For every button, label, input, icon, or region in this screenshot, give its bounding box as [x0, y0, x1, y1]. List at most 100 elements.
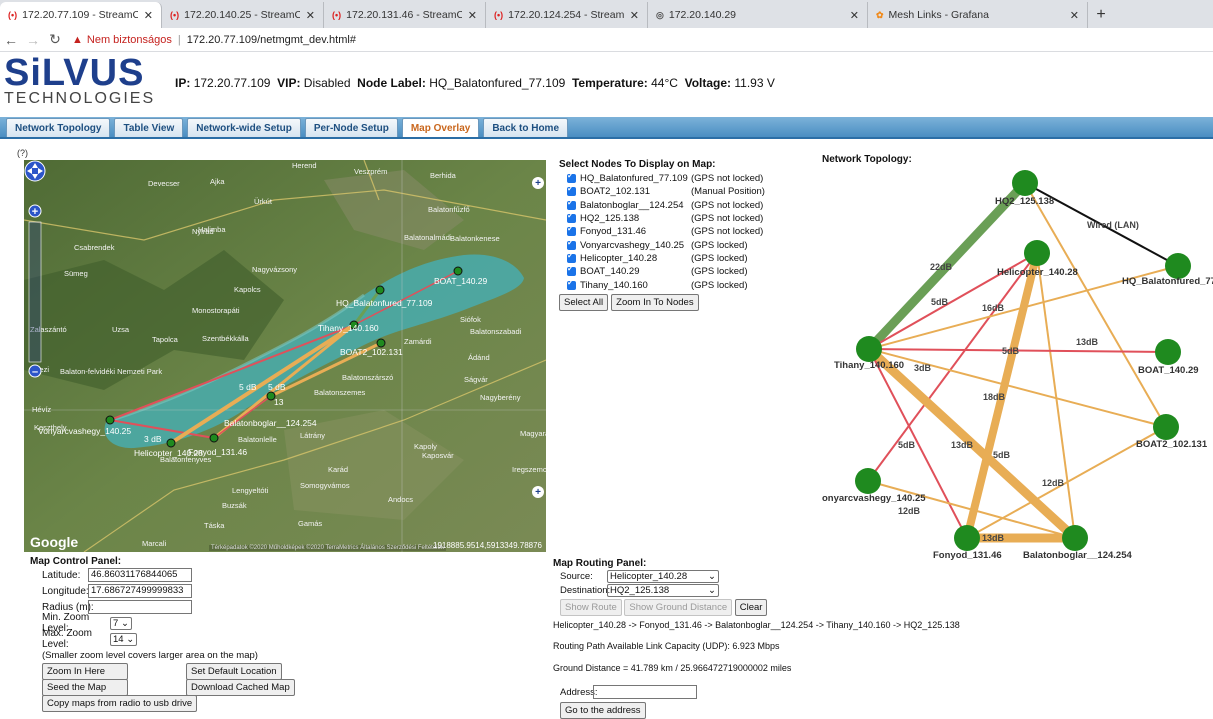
node-checkbox-row[interactable]: HQ2_125.138 (GPS not locked)	[559, 211, 769, 225]
browser-tab[interactable]: (•)172.20.124.254 - StreamCaster M✕	[486, 2, 648, 28]
address-field[interactable]	[593, 685, 697, 699]
go-to-address-button[interactable]: Go to the address	[560, 702, 646, 719]
map-node[interactable]	[105, 415, 115, 425]
node-checkbox[interactable]	[567, 238, 576, 250]
close-tab-icon[interactable]: ✕	[468, 9, 477, 22]
close-tab-icon[interactable]: ✕	[306, 9, 315, 22]
topology-node-label: Balatonboglar__124.254	[1023, 550, 1132, 560]
node-checkbox[interactable]	[567, 171, 576, 184]
url-text[interactable]: 172.20.77.109/netmgmt_dev.html#	[187, 34, 356, 46]
node-checkbox-row[interactable]: Fonyod_131.46 (GPS not locked)	[559, 224, 769, 238]
tab-per-node-setup[interactable]: Per-Node Setup	[304, 118, 398, 137]
satellite-map[interactable]: BOAT_140.29 HQ_Balatonfured_77.109 Tihan…	[24, 160, 546, 552]
zoom-in-here-button[interactable]: Zoom In Here	[42, 663, 128, 680]
place-label: Tapolca	[152, 335, 179, 344]
select-all-button[interactable]: Select All	[559, 293, 609, 311]
map-node[interactable]	[376, 338, 386, 348]
set-default-location-button[interactable]: Set Default Location	[186, 663, 282, 680]
place-label: Balatonfenyves	[160, 455, 212, 464]
copy-maps-button[interactable]: Copy maps from radio to usb drive	[42, 695, 198, 712]
close-tab-icon[interactable]: ✕	[630, 9, 639, 22]
longitude-field[interactable]: 17.686727499999833	[88, 584, 192, 598]
topology-node[interactable]	[856, 336, 882, 362]
max-zoom-select[interactable]: 14 ⌄	[110, 632, 138, 646]
browser-tab[interactable]: ✿ Mesh Links - Grafana ✕	[868, 2, 1088, 28]
logo-subtitle: TECHNOLOGIES	[4, 90, 156, 107]
tab-network-topology[interactable]: Network Topology	[6, 118, 111, 137]
node-checkbox-row[interactable]: Tihany_140.160 (GPS locked)	[559, 278, 769, 291]
tab-table-view[interactable]: Table View	[114, 118, 184, 137]
warning-icon[interactable]: ▲	[72, 34, 83, 46]
forward-icon[interactable]: →	[22, 32, 44, 48]
source-label: Source:	[560, 570, 593, 582]
max-zoom-value: 14	[113, 633, 124, 645]
map-node[interactable]	[375, 285, 385, 295]
browser-tab[interactable]: (•)172.20.140.25 - StreamCaster MI✕	[162, 2, 324, 28]
map-node[interactable]	[166, 438, 176, 448]
place-label: Keszthely	[34, 423, 67, 432]
topology-node[interactable]	[1153, 414, 1179, 440]
svg-text:+: +	[32, 206, 38, 218]
place-label: Monostorapáti	[192, 306, 240, 315]
browser-tab[interactable]: ◎ 172.20.140.29 ✕	[648, 2, 868, 28]
topology-node[interactable]	[954, 525, 980, 551]
map-node[interactable]	[209, 433, 219, 443]
security-label[interactable]: Nem biztonságos	[87, 34, 172, 46]
tab-back-to-home[interactable]: Back to Home	[483, 118, 569, 137]
node-checkbox-row[interactable]: Balatonboglar__124.254 (GPS not locked)	[559, 198, 769, 212]
close-tab-icon[interactable]: ✕	[144, 9, 153, 22]
download-cached-map-button[interactable]: Download Cached Map	[186, 679, 295, 696]
place-label: Herend	[292, 161, 317, 170]
seed-map-button[interactable]: Seed the Map	[42, 679, 128, 696]
close-tab-icon[interactable]: ✕	[850, 9, 859, 22]
address-label: Address:	[560, 686, 598, 698]
topology-node[interactable]	[1024, 240, 1050, 266]
show-route-button[interactable]: Show Route	[560, 599, 622, 616]
node-checkbox-row[interactable]: HQ_Balatonfured_77.109(GPS not locked)	[559, 171, 769, 185]
source-select[interactable]: Helicopter_140.28 ⌄	[607, 569, 719, 583]
tab-network-wide-setup[interactable]: Network-wide Setup	[187, 118, 301, 137]
node-checkbox-row[interactable]: BOAT2_102.131 (Manual Position)	[559, 184, 769, 198]
map-node[interactable]	[453, 266, 463, 276]
link-label: 16dB	[982, 303, 1005, 313]
topology-node[interactable]	[1012, 170, 1038, 196]
node-checkbox[interactable]	[567, 224, 576, 237]
back-icon[interactable]: ←	[0, 32, 22, 48]
topology-node[interactable]	[855, 468, 881, 494]
browser-tab[interactable]: (•)172.20.131.46 - StreamCaster MI✕	[324, 2, 486, 28]
close-tab-icon[interactable]: ✕	[1070, 9, 1079, 22]
place-label: Berhida	[430, 171, 457, 180]
latitude-field[interactable]: 46.86031176844065	[88, 568, 192, 582]
tab-map-overlay[interactable]: Map Overlay	[401, 118, 480, 137]
destination-label: Destination:	[560, 584, 611, 596]
node-checkbox[interactable]	[567, 278, 576, 290]
node-checkbox-row[interactable]: Vonyarcvashegy_140.25 (GPS locked)	[559, 238, 769, 251]
node-checkbox[interactable]	[567, 251, 576, 263]
clear-button[interactable]: Clear	[734, 599, 768, 616]
place-label: Siófok	[460, 315, 481, 324]
min-zoom-select[interactable]: 7 ⌄	[110, 616, 132, 630]
map-edge-label: 5 dB	[239, 382, 257, 392]
node-checkbox[interactable]	[567, 264, 576, 277]
topology-node[interactable]	[1155, 339, 1181, 365]
map-plus-icon[interactable]: +	[532, 177, 544, 189]
zoom-in-to-nodes-button[interactable]: Zoom In To Nodes	[611, 293, 699, 311]
map-plus-icon[interactable]: +	[532, 486, 544, 498]
node-checkbox-row[interactable]: BOAT_140.29 (GPS locked)	[559, 264, 769, 278]
node-name: BOAT_140.29	[580, 266, 640, 278]
node-checkbox[interactable]	[567, 198, 576, 210]
node-checkbox-row[interactable]: Helicopter_140.28 (GPS locked)	[559, 251, 769, 265]
topology-node[interactable]	[1062, 525, 1088, 551]
help-link[interactable]: (?)	[17, 148, 28, 158]
node-name: Helicopter_140.28	[580, 252, 658, 264]
new-tab-button[interactable]: +	[1088, 2, 1114, 28]
node-checkbox[interactable]	[567, 211, 576, 224]
chevron-down-icon: ⌄	[708, 584, 716, 596]
node-checkbox[interactable]	[567, 184, 576, 197]
reload-icon[interactable]: ↻	[44, 31, 66, 48]
topology-graph[interactable]: HQ2_125.138 Helicopter_140.28 HQ_Balaton…	[800, 160, 1213, 560]
destination-select[interactable]: HQ2_125.138 ⌄	[607, 583, 719, 597]
show-ground-distance-button[interactable]: Show Ground Distance	[624, 599, 733, 616]
zoom-control[interactable]: + –	[24, 160, 46, 380]
browser-tab[interactable]: (•)172.20.77.109 - StreamCaster MI✕	[0, 2, 162, 28]
